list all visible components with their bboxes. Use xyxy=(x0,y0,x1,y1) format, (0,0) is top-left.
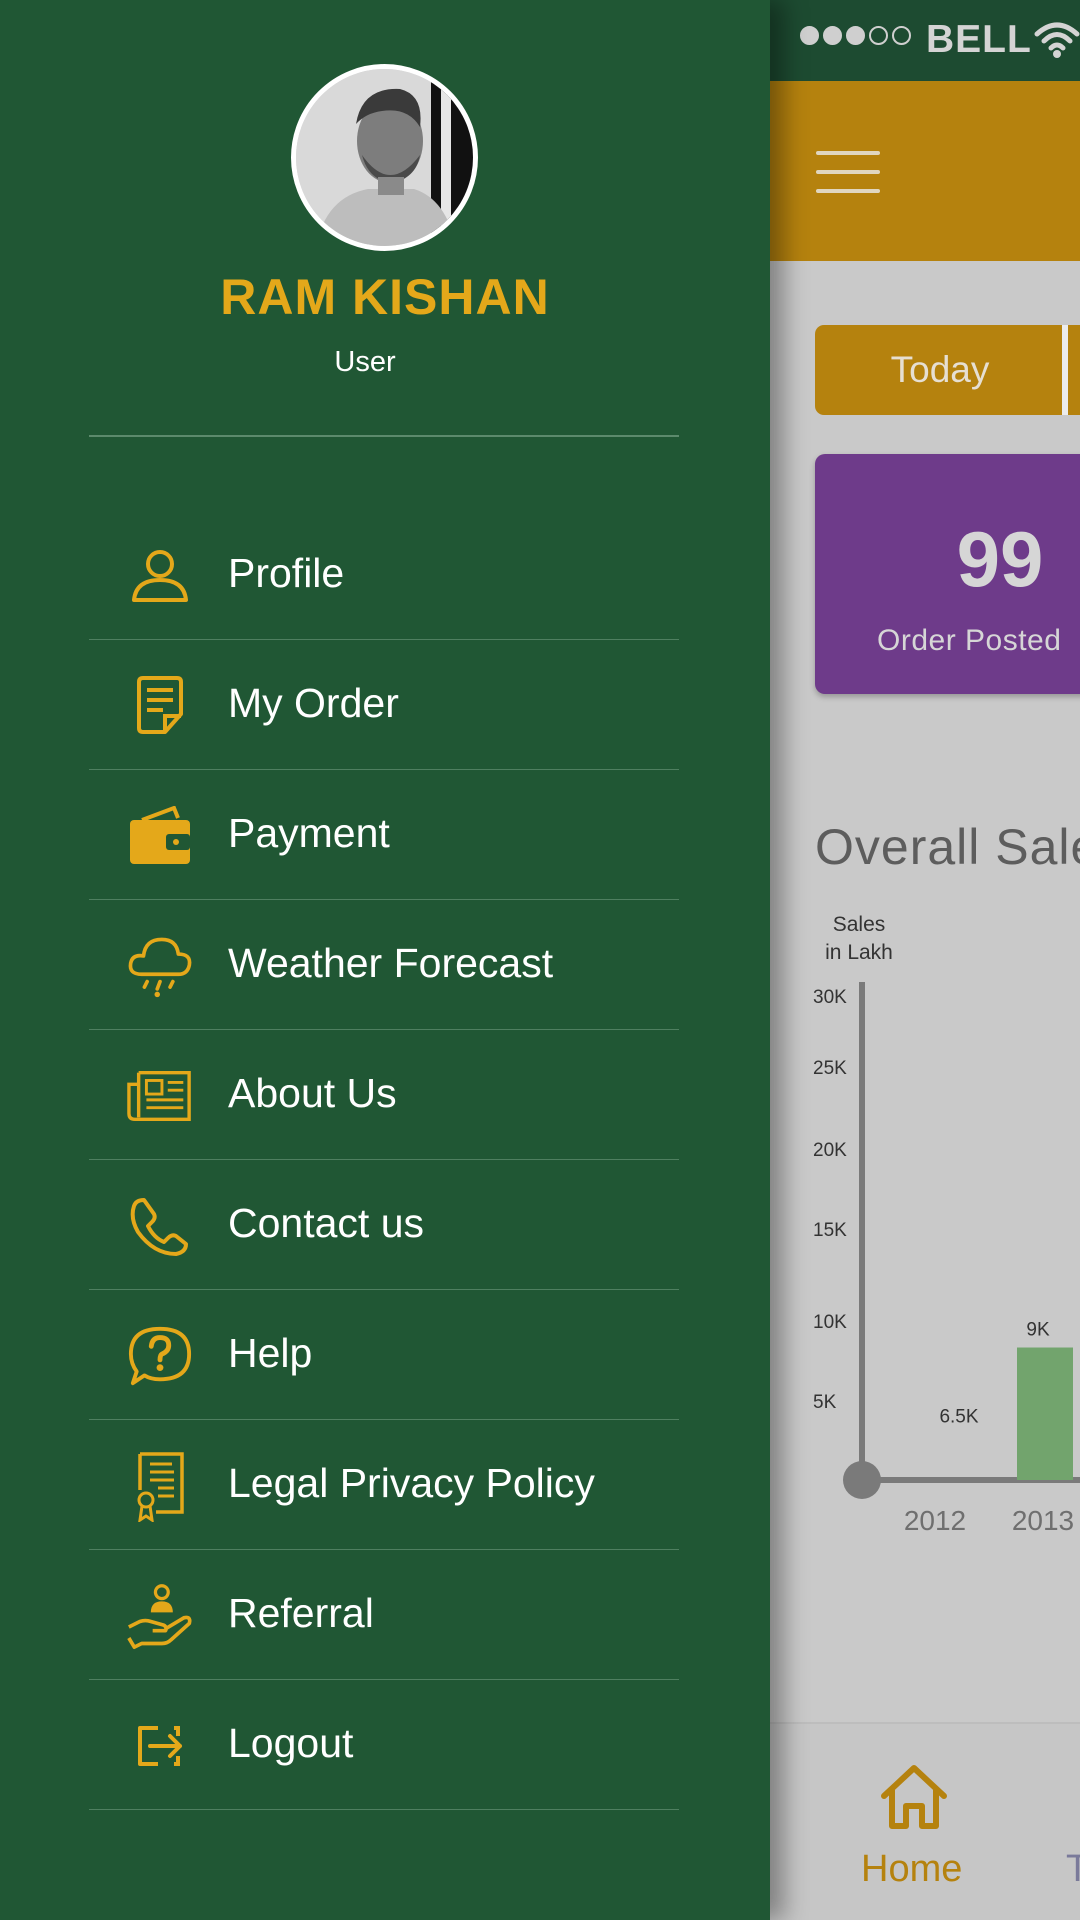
certificate-icon xyxy=(127,1452,193,1522)
menu-item-profile[interactable]: Profile xyxy=(89,510,679,640)
order-icon xyxy=(127,676,193,736)
menu-item-help[interactable]: Help xyxy=(89,1290,679,1420)
chart-y-tick-label: 15K xyxy=(813,1220,847,1241)
chart-ylabel-line: in Lakh xyxy=(825,941,893,964)
signal-strength-icon xyxy=(800,26,911,45)
chart-x-tick-label: 2013 xyxy=(1012,1505,1074,1536)
chart-ylabel: Sales in Lakh xyxy=(825,913,893,964)
help-icon xyxy=(127,1326,193,1386)
sales-chart: Sales in Lakh 30K 25K 20K 15K 10K 5K 6.5K 9K 20… xyxy=(813,913,1080,1536)
hamburger-icon[interactable] xyxy=(816,151,880,193)
menu-item-label: Legal Privacy Policy xyxy=(228,1460,595,1506)
chart-origin-marker xyxy=(843,1461,881,1499)
chart-bar xyxy=(1017,1347,1073,1480)
order-label: Order Posted xyxy=(877,624,1062,657)
phone-icon xyxy=(127,1196,193,1256)
carrier-name: BELL xyxy=(926,18,1032,61)
order-posted-card[interactable]: 99 Order Posted xyxy=(815,454,1080,694)
tab-today[interactable]: Today xyxy=(815,325,1065,415)
menu-item-label: Logout xyxy=(228,1720,354,1766)
chart-bars: 6.5K 9K xyxy=(917,1320,1073,1480)
menu-item-label: About Us xyxy=(228,1070,397,1116)
menu-item-label: Profile xyxy=(228,550,345,596)
menu-item-weather-forecast[interactable]: Weather Forecast xyxy=(89,900,679,1030)
menu-item-logout[interactable]: Logout xyxy=(89,1680,679,1810)
logout-icon xyxy=(127,1716,193,1776)
order-count: 99 xyxy=(956,515,1044,603)
menu-item-about-us[interactable]: About Us xyxy=(89,1030,679,1160)
chart-value-label: 9K xyxy=(1026,1320,1050,1341)
nav-next-label[interactable]: T xyxy=(1066,1848,1080,1891)
chart-x-tick-label: 2012 xyxy=(904,1505,966,1536)
navigation-drawer: RAM KISHAN User Profile My Order Payment xyxy=(0,0,770,1920)
menu-item-label: Help xyxy=(228,1330,313,1376)
chart-y-tick-label: 5K xyxy=(813,1392,837,1413)
chart-x-labels: 2012 2013 xyxy=(904,1505,1074,1536)
chart-value-label: 6.5K xyxy=(939,1406,978,1427)
chart-y-tick-label: 25K xyxy=(813,1058,847,1079)
divider xyxy=(89,435,679,437)
home-icon[interactable] xyxy=(878,1762,950,1832)
menu-item-label: Contact us xyxy=(228,1200,424,1246)
chart-bar xyxy=(917,1384,973,1480)
chart-y-tick-label: 20K xyxy=(813,1140,847,1161)
newspaper-icon xyxy=(127,1066,193,1126)
menu-item-label: Referral xyxy=(228,1590,374,1636)
menu-item-legal-privacy-policy[interactable]: Legal Privacy Policy xyxy=(89,1420,679,1550)
chart-ylabel-line: Sales xyxy=(833,913,886,936)
weather-icon xyxy=(127,936,193,998)
chart-y-tick-label: 30K xyxy=(813,987,847,1008)
tab-next[interactable] xyxy=(1068,325,1080,415)
menu-item-contact-us[interactable]: Contact us xyxy=(89,1160,679,1290)
avatar[interactable] xyxy=(291,64,478,251)
menu-item-my-order[interactable]: My Order xyxy=(89,640,679,770)
wallet-icon xyxy=(127,806,193,866)
menu-item-label: Weather Forecast xyxy=(228,940,554,986)
menu-item-label: My Order xyxy=(228,680,399,726)
nav-home-label[interactable]: Home xyxy=(861,1848,962,1891)
menu-item-label: Payment xyxy=(228,810,390,856)
drawer-menu: Profile My Order Payment Weather Forecas… xyxy=(89,510,679,1810)
wifi-icon xyxy=(1034,22,1080,58)
menu-item-payment[interactable]: Payment xyxy=(89,770,679,900)
user-icon xyxy=(127,546,193,606)
chart-y-ticks: 30K 25K 20K 15K 10K 5K xyxy=(813,987,847,1413)
chart-y-tick-label: 10K xyxy=(813,1312,847,1333)
referral-icon xyxy=(127,1584,193,1649)
user-role: User xyxy=(334,346,396,378)
chart-title: Overall Sale xyxy=(815,819,1080,875)
menu-item-referral[interactable]: Referral xyxy=(89,1550,679,1680)
user-name: RAM KISHAN xyxy=(220,269,550,325)
